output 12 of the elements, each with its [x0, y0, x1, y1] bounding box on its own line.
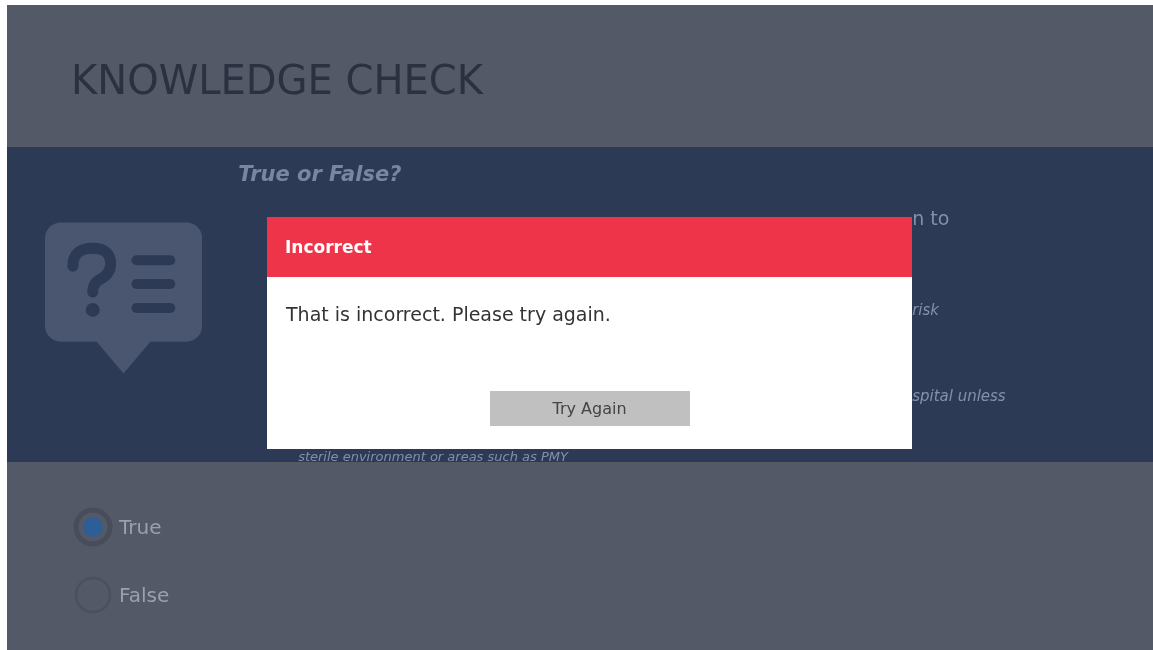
radio-button[interactable]	[73, 507, 113, 547]
dialog-message: That is incorrect. Please try again.	[286, 303, 612, 325]
option-label: False	[119, 583, 170, 607]
dialog-title: Incorrect	[285, 237, 372, 257]
question-heading: True or False?	[238, 162, 402, 186]
question-bubble-icon	[45, 222, 203, 374]
question-text: n to	[912, 208, 950, 228]
question-text: spital unless	[912, 386, 1006, 406]
question-text: risk	[912, 300, 939, 320]
question-text: sterile environment or areas such as PMY	[298, 449, 568, 464]
try-again-button[interactable]: Try Again	[489, 391, 690, 426]
option-label: True	[119, 515, 162, 539]
